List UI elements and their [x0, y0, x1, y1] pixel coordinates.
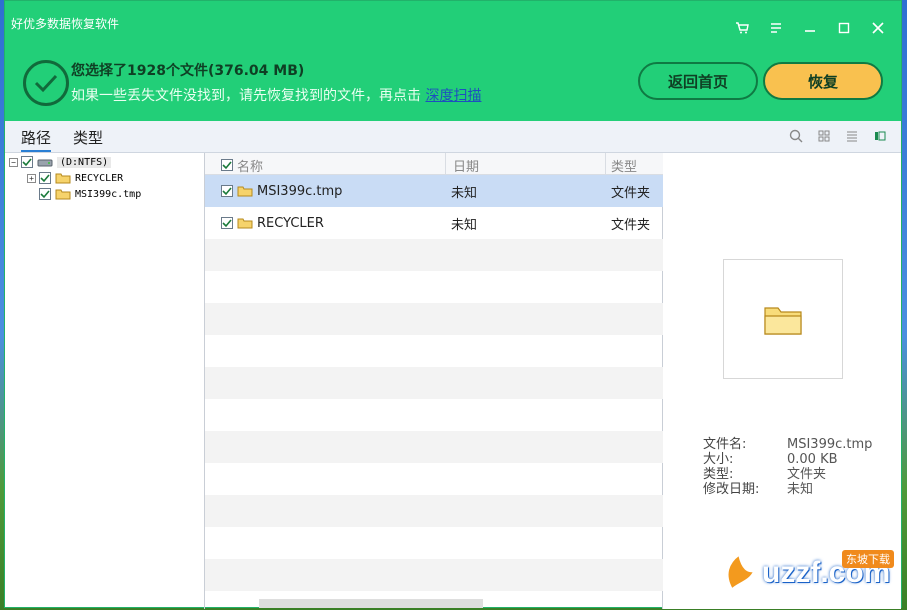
back-home-button[interactable]: 返回首页	[638, 62, 758, 100]
preview-thumbnail	[723, 259, 843, 379]
folder-icon	[55, 173, 71, 184]
header-bar: 好优多数据恢复软件 您选择了1928个文件(376.04 MB) 如果一些丢失文	[5, 1, 901, 121]
column-type[interactable]: 类型	[611, 155, 637, 175]
row-name: MSI399c.tmp	[257, 183, 343, 199]
watermark-logo-icon	[727, 553, 756, 591]
folder-icon	[237, 218, 253, 229]
drive-label: (D:NTFS)	[57, 156, 112, 168]
tree-label: MSI399c.tmp	[75, 188, 142, 200]
site-watermark: uzzf.com 东坡下载	[720, 548, 900, 598]
window-controls	[725, 17, 895, 39]
column-name[interactable]: 名称	[221, 155, 263, 175]
info-value-type: 文件夹	[787, 467, 827, 482]
info-label-size: 大小:	[703, 452, 734, 467]
horizontal-scrollbar[interactable]	[259, 599, 483, 608]
search-icon[interactable]	[785, 125, 807, 147]
info-label-filename: 文件名:	[703, 437, 747, 452]
empty-row	[205, 335, 663, 367]
deep-scan-hint: 如果一些丢失文件没找到，请先恢复找到的文件，再点击 深度扫描	[71, 85, 481, 105]
list-view-icon[interactable]	[841, 125, 863, 147]
deep-scan-link[interactable]: 深度扫描	[425, 88, 481, 104]
tree-checkbox[interactable]	[21, 156, 33, 168]
drive-icon	[37, 159, 53, 167]
column-date[interactable]: 日期	[453, 155, 479, 175]
file-info: 文件名: MSI399c.tmp 大小: 0.00 KB 类型: 文件夹 修改日期: 未…	[703, 437, 872, 497]
empty-row	[205, 271, 663, 303]
info-value-size: 0.00 KB	[787, 452, 838, 467]
info-value-modified: 未知	[787, 482, 814, 497]
watermark-badge: 东坡下载	[842, 550, 894, 568]
collapse-icon[interactable]: −	[9, 157, 18, 167]
row-checkbox[interactable]	[221, 185, 233, 197]
folder-icon	[237, 186, 253, 197]
selection-summary: 您选择了1928个文件(376.04 MB)	[71, 63, 305, 79]
grid-view-icon[interactable]	[813, 125, 835, 147]
column-name-label: 名称	[237, 159, 264, 175]
tree-node-msi[interactable]: MSI399c.tmp	[39, 186, 141, 202]
success-check-icon	[23, 60, 69, 106]
app-title: 好优多数据恢复软件	[11, 17, 120, 31]
empty-row	[205, 399, 663, 431]
empty-row	[205, 303, 663, 335]
tree-checkbox[interactable]	[39, 188, 51, 200]
row-date: 未知	[451, 185, 478, 201]
file-list: 名称 日期 类型 MSI399c.tmp 未知 文件夹 RECYCLER 未知 …	[205, 153, 663, 609]
large-folder-icon	[764, 307, 802, 335]
empty-row	[205, 367, 663, 399]
row-name: RECYCLER	[257, 215, 324, 231]
empty-row	[205, 495, 663, 527]
tree-node-drive[interactable]: − (D:NTFS)	[9, 154, 112, 170]
cart-icon[interactable]	[725, 17, 759, 39]
column-divider[interactable]	[445, 153, 446, 175]
row-type: 文件夹	[611, 217, 651, 233]
folder-tree: − (D:NTFS) + RECYCLER MSI399c.tmp	[5, 153, 205, 609]
row-date: 未知	[451, 217, 478, 233]
maximize-icon[interactable]	[827, 17, 861, 39]
tree-label: RECYCLER	[75, 172, 124, 184]
menu-icon[interactable]	[759, 17, 793, 39]
expand-icon[interactable]: +	[27, 173, 36, 183]
empty-row	[205, 239, 663, 271]
row-type: 文件夹	[611, 185, 651, 201]
tab-path[interactable]: 路径	[21, 127, 52, 152]
empty-row	[205, 559, 663, 591]
column-divider[interactable]	[605, 153, 606, 175]
folder-icon	[55, 189, 71, 200]
tab-type[interactable]: 类型	[73, 127, 103, 148]
view-switcher	[785, 125, 891, 147]
empty-row	[205, 431, 663, 463]
select-all-checkbox[interactable]	[221, 159, 233, 171]
empty-row	[205, 527, 663, 559]
empty-row	[205, 463, 663, 495]
row-checkbox[interactable]	[221, 217, 233, 229]
info-label-modified: 修改日期:	[703, 482, 760, 497]
close-icon[interactable]	[861, 17, 895, 39]
tree-node-recycler[interactable]: + RECYCLER	[27, 170, 123, 186]
view-toolbar: 路径 类型	[5, 121, 901, 153]
hint-text: 如果一些丢失文件没找到，请先恢复找到的文件，再点击	[71, 88, 421, 104]
preview-panel: 文件名: MSI399c.tmp 大小: 0.00 KB 类型: 文件夹 修改日期: 未…	[663, 153, 901, 609]
tree-checkbox[interactable]	[39, 172, 51, 184]
table-row[interactable]: MSI399c.tmp 未知 文件夹	[205, 175, 663, 207]
recover-button[interactable]: 恢复	[763, 62, 883, 100]
info-label-type: 类型:	[703, 467, 734, 482]
detail-view-icon[interactable]	[869, 125, 891, 147]
info-value-filename: MSI399c.tmp	[787, 437, 873, 452]
table-row[interactable]: RECYCLER 未知 文件夹	[205, 207, 663, 239]
minimize-icon[interactable]	[793, 17, 827, 39]
app-window: 好优多数据恢复软件 您选择了1928个文件(376.04 MB) 如果一些丢失文	[4, 0, 902, 609]
list-header: 名称 日期 类型	[205, 153, 663, 175]
